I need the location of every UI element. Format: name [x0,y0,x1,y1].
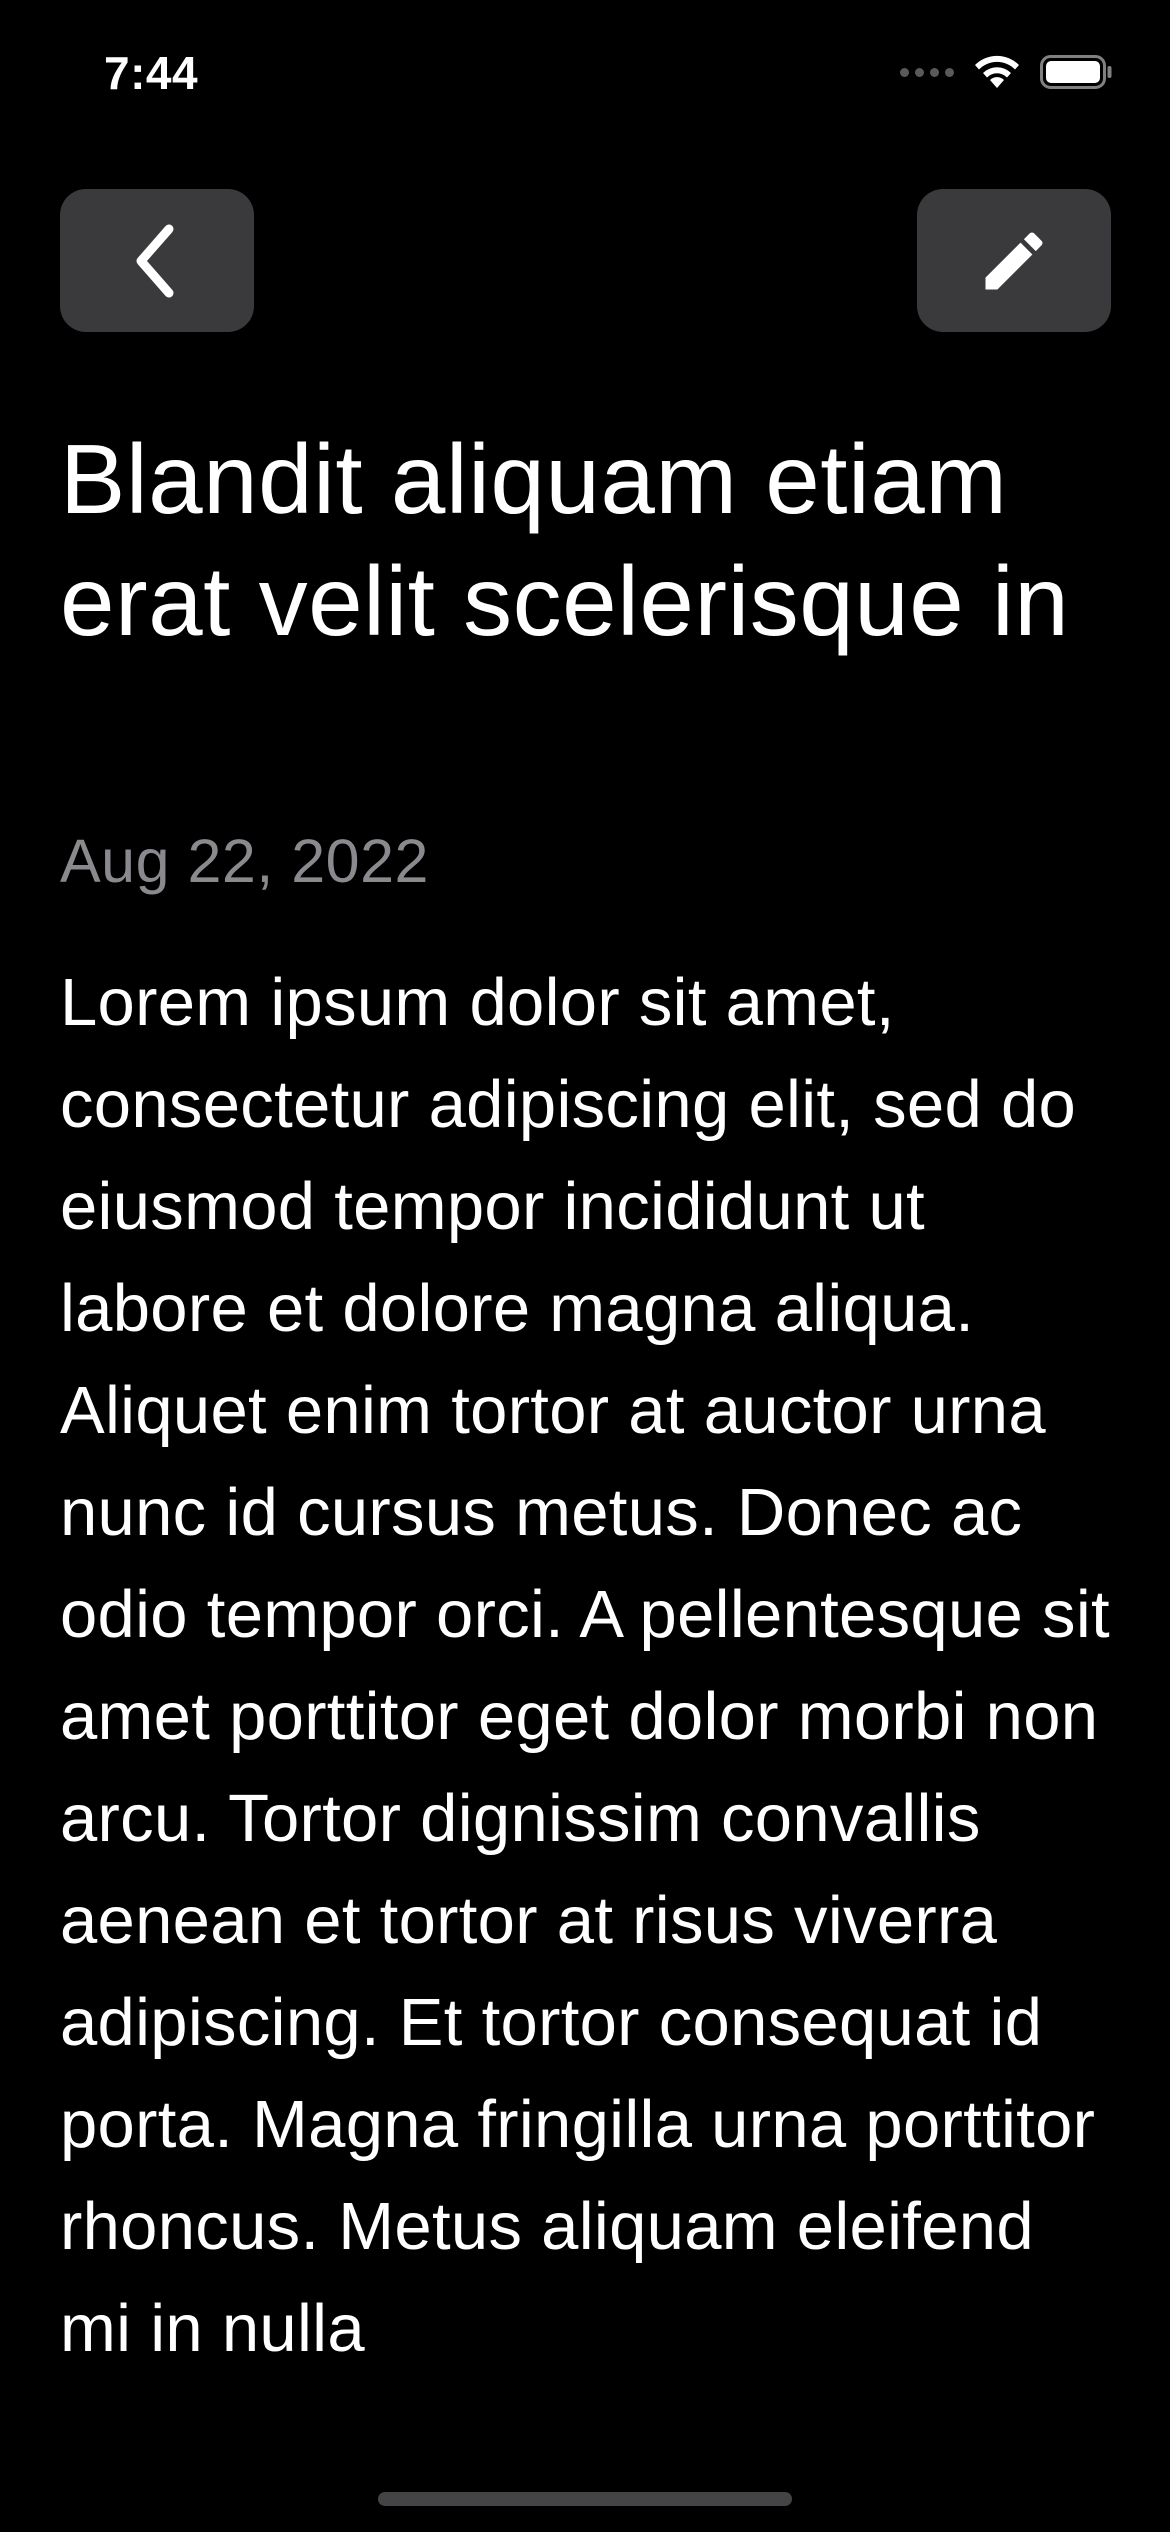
note-date: Aug 22, 2022 [60,827,429,895]
status-icons [900,54,1114,90]
back-button[interactable] [60,189,254,332]
cellular-signal-icon [900,67,954,77]
edit-button[interactable] [917,189,1111,332]
status-bar: 7:44 [0,0,1170,140]
chevron-left-icon [136,224,174,297]
note-title: Blandit aliquam etiam erat velit sceleri… [60,424,1070,656]
battery-icon [1040,55,1112,89]
note-body: Lorem ipsum dolor sit amet, consectetur … [60,965,1110,2366]
pencil-icon [985,231,1043,289]
wifi-icon [975,55,1019,88]
home-indicator[interactable] [378,2492,792,2506]
status-time: 7:44 [104,47,199,99]
